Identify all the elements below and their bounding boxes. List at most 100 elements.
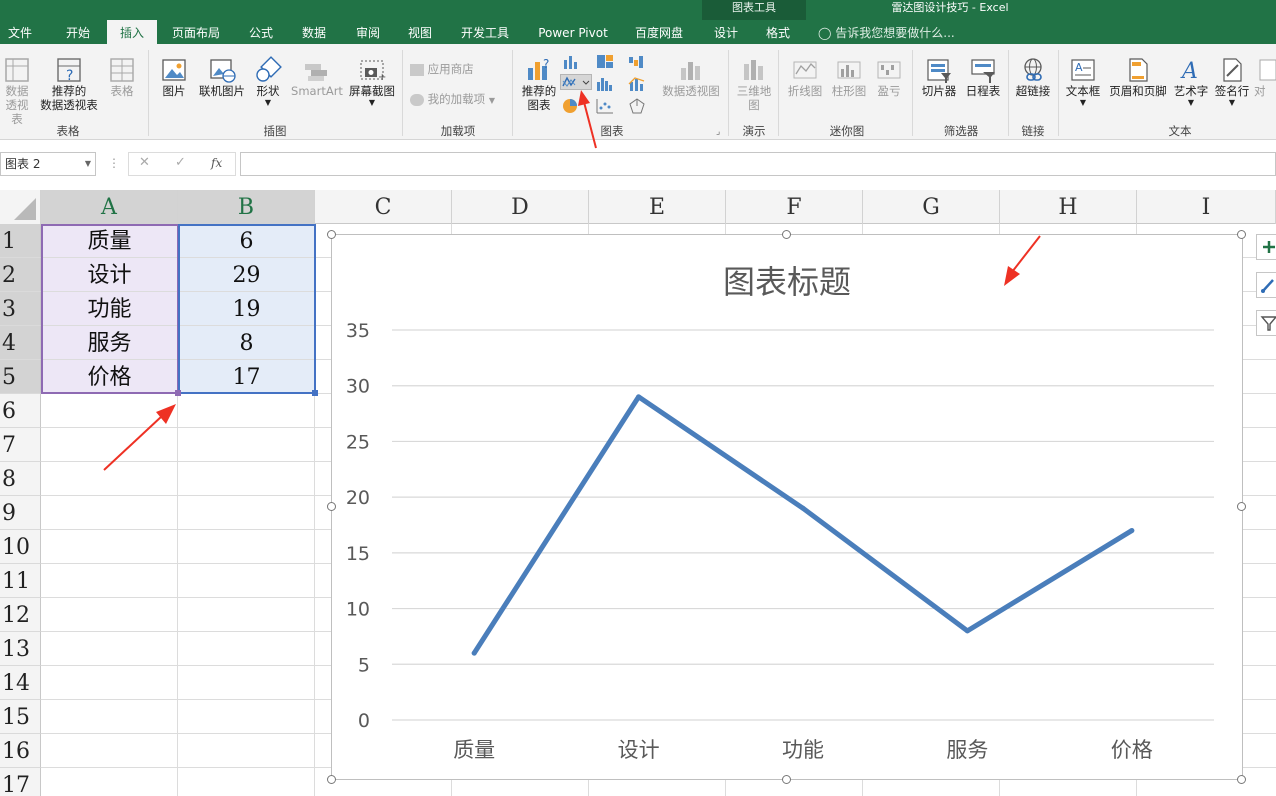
column-header-b[interactable]: B — [178, 190, 315, 224]
textbox-button[interactable]: A 文本框 ▼ — [1062, 56, 1104, 108]
row-header-12[interactable]: 12 — [0, 598, 41, 632]
hyperlink-button[interactable]: 超链接 — [1012, 56, 1054, 98]
chart-resize-handle[interactable] — [782, 775, 791, 784]
row-header-7[interactable]: 7 — [0, 428, 41, 462]
tab-design[interactable]: 设计 — [704, 20, 748, 44]
signature-line-button[interactable]: 签名行 ▼ — [1212, 56, 1252, 108]
my-addins-button[interactable]: 我的加载项 ▼ — [410, 92, 506, 108]
column-header-i[interactable]: I — [1137, 190, 1276, 224]
column-header-f[interactable]: F — [726, 190, 863, 224]
chart-resize-handle[interactable] — [327, 230, 336, 239]
chart-resize-handle[interactable] — [1237, 502, 1246, 511]
column-header-g[interactable]: G — [863, 190, 1000, 224]
chart-styles-button[interactable] — [1256, 272, 1276, 298]
row-header-1[interactable]: 1 — [0, 224, 41, 258]
enter-icon[interactable]: ✓ — [175, 155, 186, 170]
pictures-button[interactable]: 图片 — [156, 56, 192, 98]
row-header-4[interactable]: 4 — [0, 326, 41, 360]
y-tick-label: 35 — [346, 320, 370, 342]
name-box-dropdown-icon[interactable]: ▼ — [85, 153, 91, 175]
row-header-9[interactable]: 9 — [0, 496, 41, 530]
waterfall-chart-icon[interactable] — [628, 54, 646, 70]
chart-plot-area[interactable]: 0 5 10 15 20 25 30 35 质量 设计 功能 服务 价格 — [332, 235, 1242, 779]
column-chart-icon[interactable] — [562, 54, 580, 70]
x-tick-label: 价格 — [1111, 738, 1153, 762]
ribbon-separator — [148, 50, 149, 136]
sparkline-winloss-button[interactable]: 盈亏 — [872, 56, 906, 98]
chart-resize-handle[interactable] — [782, 230, 791, 239]
tab-format[interactable]: 格式 — [756, 20, 800, 44]
hierarchy-chart-icon[interactable] — [596, 54, 614, 70]
series-line[interactable] — [471, 394, 1135, 656]
store-button[interactable]: 应用商店 — [410, 62, 490, 76]
select-all-corner[interactable] — [0, 190, 41, 224]
column-header-e[interactable]: E — [589, 190, 726, 224]
table-button[interactable]: 表格 — [104, 56, 140, 98]
charts-dialog-launcher-icon[interactable]: ⌟ — [716, 127, 720, 137]
timeline-button[interactable]: 日程表 — [962, 56, 1004, 98]
header-footer-button[interactable]: 页眉和页脚 — [1106, 56, 1170, 98]
pivot-table-button[interactable]: 数据 透视表 — [0, 56, 34, 126]
online-pictures-button[interactable]: 联机图片 — [196, 56, 248, 98]
sparkline-line-button[interactable]: 折线图 — [784, 56, 826, 98]
radar-chart-icon[interactable] — [628, 98, 646, 114]
sparkline-column-button[interactable]: 柱形图 — [828, 56, 870, 98]
smartart-button[interactable]: SmartArt — [290, 56, 344, 98]
tab-power-pivot[interactable]: Power Pivot — [530, 20, 616, 44]
row-header-17[interactable]: 17 — [0, 768, 41, 796]
row-header-8[interactable]: 8 — [0, 462, 41, 496]
chart-elements-button[interactable] — [1256, 234, 1276, 260]
row-header-13[interactable]: 13 — [0, 632, 41, 666]
recommended-pivot-button[interactable]: ? 推荐的 数据透视表 — [36, 56, 102, 112]
range-resize-handle[interactable] — [175, 390, 181, 396]
row-header-16[interactable]: 16 — [0, 734, 41, 768]
row-header-2[interactable]: 2 — [0, 258, 41, 292]
3d-map-button[interactable]: 三维地 图 — [734, 56, 774, 112]
row-header-6[interactable]: 6 — [0, 394, 41, 428]
recommended-charts-button[interactable]: ? 推荐的 图表 — [518, 56, 560, 112]
tell-me-box[interactable]: ◯ 告诉我您想要做什么... — [818, 20, 955, 44]
insert-function-icon[interactable]: fx — [211, 156, 222, 170]
column-header-h[interactable]: H — [1000, 190, 1137, 224]
wordart-button[interactable]: A 艺术字 ▼ — [1172, 56, 1210, 108]
recommended-charts-label-2: 图表 — [527, 98, 551, 112]
row-header-14[interactable]: 14 — [0, 666, 41, 700]
chart-filters-button[interactable] — [1256, 310, 1276, 336]
column-header-a[interactable]: A — [41, 190, 178, 224]
tab-formulas[interactable]: 公式 — [240, 20, 282, 44]
group-label-illustrations: 插图 — [263, 124, 287, 138]
shapes-button[interactable]: 形状 ▼ — [252, 56, 284, 108]
tab-file[interactable]: 文件 — [0, 20, 40, 44]
screenshot-button[interactable]: + 屏幕截图 ▼ — [346, 56, 398, 108]
line-chart[interactable]: 图表标题 0 5 10 15 20 25 30 35 质量 设计 功能 服务 价格 — [331, 234, 1243, 780]
tab-developer[interactable]: 开发工具 — [452, 20, 518, 44]
chart-resize-handle[interactable] — [327, 502, 336, 511]
range-resize-handle[interactable] — [312, 390, 318, 396]
column-header-c[interactable]: C — [315, 190, 452, 224]
row-header-10[interactable]: 10 — [0, 530, 41, 564]
combo-chart-icon[interactable] — [628, 76, 646, 92]
chart-resize-handle[interactable] — [1237, 230, 1246, 239]
formula-input[interactable] — [240, 152, 1276, 176]
row-header-3[interactable]: 3 — [0, 292, 41, 326]
slicer-button[interactable]: 切片器 — [918, 56, 960, 98]
row-header-5[interactable]: 5 — [0, 360, 41, 394]
tab-data[interactable]: 数据 — [292, 20, 336, 44]
chart-resize-handle[interactable] — [1237, 775, 1246, 784]
cancel-icon[interactable]: ✕ — [139, 155, 150, 170]
pivot-chart-button[interactable]: 数据透视图 — [658, 56, 724, 98]
ribbon-separator — [912, 50, 913, 136]
tab-insert[interactable]: 插入 — [107, 20, 157, 44]
object-button[interactable]: 对 — [1254, 56, 1276, 98]
tab-baidu-netdisk[interactable]: 百度网盘 — [626, 20, 692, 44]
tab-home[interactable]: 开始 — [56, 20, 100, 44]
tab-view[interactable]: 视图 — [398, 20, 442, 44]
name-box[interactable]: 图表 2 ▼ — [0, 152, 96, 176]
row-header-15[interactable]: 15 — [0, 700, 41, 734]
tab-review[interactable]: 审阅 — [346, 20, 390, 44]
column-header-d[interactable]: D — [452, 190, 589, 224]
data-point — [1129, 528, 1135, 534]
row-header-11[interactable]: 11 — [0, 564, 41, 598]
tab-page-layout[interactable]: 页面布局 — [164, 20, 228, 44]
chart-resize-handle[interactable] — [327, 775, 336, 784]
